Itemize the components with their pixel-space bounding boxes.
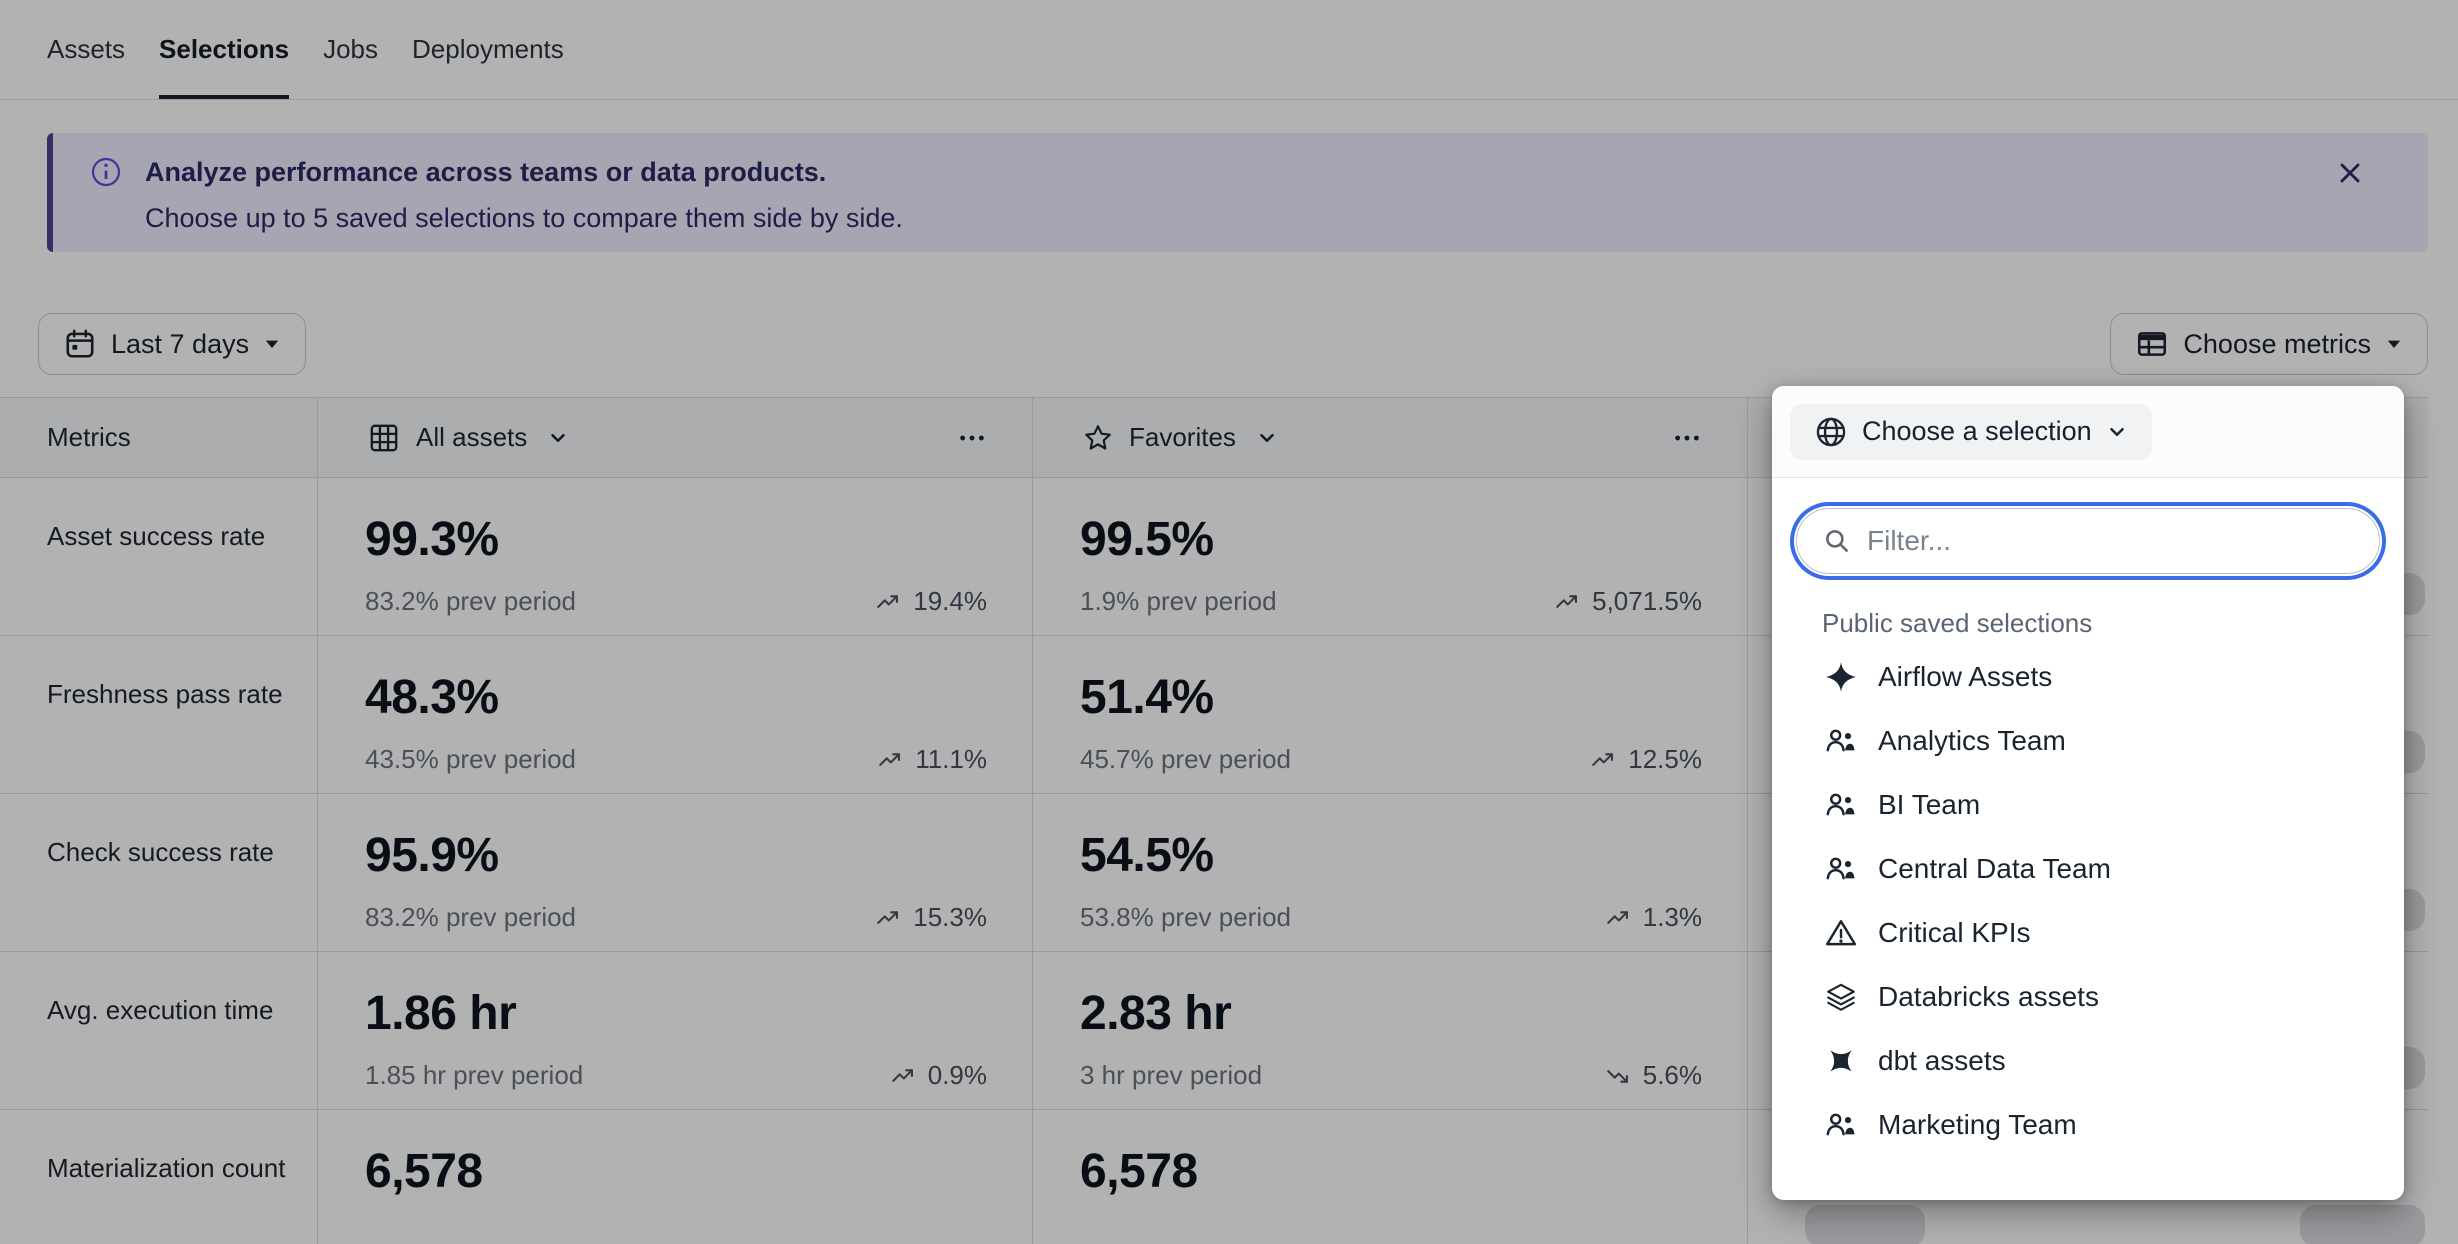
team-icon [1824, 1108, 1858, 1142]
selection-column-header: Choose a selection [1772, 386, 2404, 478]
selection-item-critical-kpis[interactable]: Critical KPIs [1772, 901, 2404, 965]
layers-icon [1824, 980, 1858, 1014]
team-icon [1824, 724, 1858, 758]
selection-item-label: Databricks assets [1878, 981, 2099, 1013]
selection-item-marketing-team[interactable]: Marketing Team [1772, 1093, 2404, 1157]
selection-item-label: dbt assets [1878, 1045, 2006, 1077]
selection-item-label: Analytics Team [1878, 725, 2066, 757]
choose-selection-label: Choose a selection [1862, 416, 2092, 447]
selection-item-dbt-assets[interactable]: dbt assets [1772, 1029, 2404, 1093]
chevron-down-icon [2106, 421, 2128, 443]
insights-page: AssetsSelectionsJobsDeployments Analyze … [0, 0, 2458, 1244]
filter-input[interactable] [1796, 508, 2380, 574]
selection-item-label: Marketing Team [1878, 1109, 2077, 1141]
globe-icon [1814, 415, 1848, 449]
selection-item-label: Airflow Assets [1878, 661, 2052, 693]
selection-item-label: Central Data Team [1878, 853, 2111, 885]
selection-item-bi-team[interactable]: BI Team [1772, 773, 2404, 837]
dbt-icon [1824, 1044, 1858, 1078]
saved-selections-list: Airflow Assets Analytics Team BI Team Ce… [1772, 645, 2404, 1157]
saved-selections-group-label: Public saved selections [1822, 608, 2404, 639]
selection-item-label: Critical KPIs [1878, 917, 2030, 949]
selection-item-databricks-assets[interactable]: Databricks assets [1772, 965, 2404, 1029]
choose-selection-dropdown[interactable]: Choose a selection [1790, 404, 2152, 460]
airflow-icon [1824, 660, 1858, 694]
filter-field-wrap [1772, 478, 2404, 574]
choose-selection-popover: Choose a selection Public saved selectio… [1772, 386, 2404, 1200]
warning-triangle-icon [1824, 916, 1858, 950]
team-icon [1824, 788, 1858, 822]
selection-item-analytics-team[interactable]: Analytics Team [1772, 709, 2404, 773]
selection-item-central-data-team[interactable]: Central Data Team [1772, 837, 2404, 901]
team-icon [1824, 852, 1858, 886]
selection-item-label: BI Team [1878, 789, 1980, 821]
selection-item-airflow-assets[interactable]: Airflow Assets [1772, 645, 2404, 709]
